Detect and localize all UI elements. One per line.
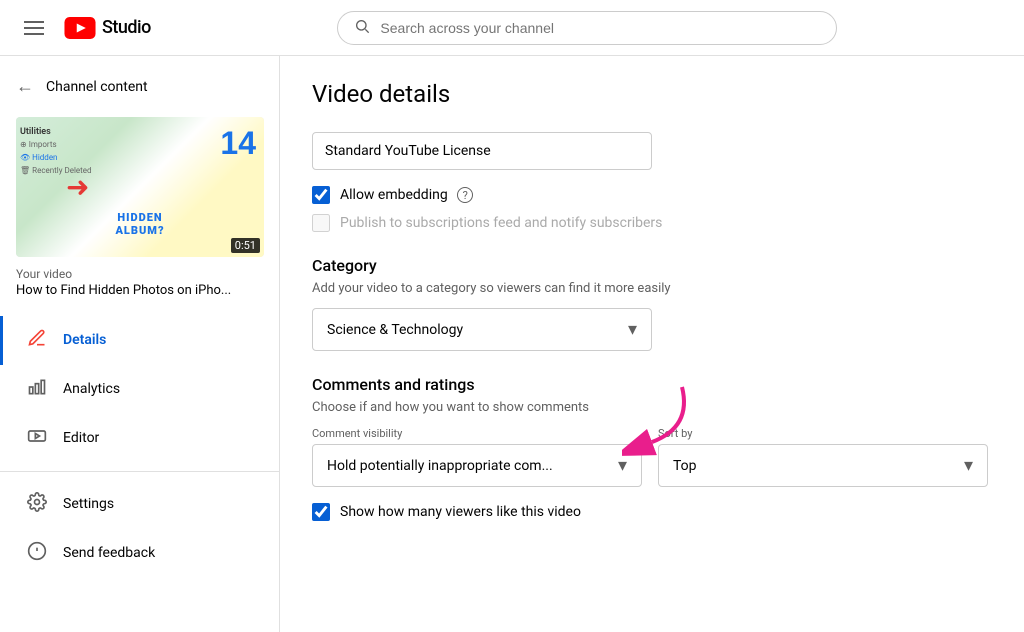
category-selected-value: Science & Technology [327, 322, 463, 338]
category-section: Category Add your video to a category so… [312, 256, 992, 351]
sidebar-divider [0, 471, 279, 472]
analytics-icon [27, 377, 47, 402]
allow-embedding-row: Allow embedding ? [312, 186, 992, 204]
settings-icon [27, 492, 47, 517]
allow-embedding-label: Allow embedding ? [340, 187, 473, 204]
video-preview: Utilities ⊕ Imports 👁 Hidden 🗑 Recently … [0, 109, 279, 316]
sidebar-item-editor-label: Editor [63, 430, 99, 446]
sidebar-item-details[interactable]: Details [0, 316, 279, 365]
category-title: Category [312, 256, 992, 275]
app-header: Studio [0, 0, 1024, 56]
sidebar-item-analytics-label: Analytics [63, 381, 120, 397]
show-likes-checkbox[interactable] [312, 503, 330, 521]
allow-embedding-checkbox[interactable] [312, 186, 330, 204]
publish-notify-row: Publish to subscriptions feed and notify… [312, 214, 992, 232]
sidebar: ← Channel content Utilities ⊕ Imports 👁 … [0, 56, 280, 632]
sort-by-wrap: Sort by Top ▾ [658, 427, 988, 487]
comments-section-title: Comments and ratings [312, 375, 992, 394]
sidebar-item-send-feedback-label: Send feedback [63, 545, 155, 561]
category-dropdown-arrow: ▾ [628, 319, 637, 340]
sidebar-item-editor[interactable]: Editor [0, 414, 279, 463]
youtube-icon [64, 17, 96, 39]
comment-visibility-dropdown[interactable]: Hold potentially inappropriate com... ▾ [312, 444, 642, 487]
sidebar-item-settings[interactable]: Settings [0, 480, 279, 529]
app-layout: ← Channel content Utilities ⊕ Imports 👁 … [0, 56, 1024, 632]
category-dropdown[interactable]: Science & Technology ▾ [312, 308, 652, 351]
comment-visibility-arrow: ▾ [618, 455, 627, 476]
back-arrow-icon: ← [16, 76, 34, 97]
editor-icon [27, 426, 47, 451]
license-section: Standard YouTube License Allow embedding… [312, 132, 992, 232]
comment-visibility-value: Hold potentially inappropriate com... [327, 458, 553, 474]
page-title: Video details [312, 80, 992, 108]
search-icon [354, 18, 370, 38]
main-content: Video details Standard YouTube License A… [280, 56, 1024, 632]
header-left: Studio [16, 13, 151, 43]
pencil-icon [27, 328, 47, 353]
hamburger-menu[interactable] [16, 13, 52, 43]
thumb-arrow-icon: ➜ [66, 171, 89, 204]
video-duration: 0:51 [231, 238, 260, 253]
search-input[interactable] [380, 20, 820, 36]
info-icon[interactable]: ? [457, 187, 473, 203]
sort-by-sublabel: Sort by [658, 427, 988, 440]
sidebar-item-details-label: Details [63, 332, 106, 348]
thumbnail-image: Utilities ⊕ Imports 👁 Hidden 🗑 Recently … [16, 117, 264, 257]
thumb-hidden-text: HIDDENALBUM? [20, 211, 260, 237]
comment-visibility-sublabel: Comment visibility [312, 427, 642, 440]
sidebar-item-settings-label: Settings [63, 496, 114, 512]
sort-by-dropdown[interactable]: Top ▾ [658, 444, 988, 487]
sidebar-nav: Details Analytics Editor [0, 316, 279, 578]
search-bar[interactable] [337, 11, 837, 45]
comment-visibility-wrap: Comment visibility Hold potentially inap… [312, 427, 642, 487]
youtube-studio-logo: Studio [64, 17, 151, 39]
license-field: Standard YouTube License [312, 132, 652, 170]
comment-visibility-container: Comment visibility Hold potentially inap… [312, 427, 642, 487]
comments-dropdowns: Comment visibility Hold potentially inap… [312, 427, 992, 487]
sidebar-item-analytics[interactable]: Analytics [0, 365, 279, 414]
comments-section-desc: Choose if and how you want to show comme… [312, 400, 992, 415]
back-button[interactable]: ← Channel content [0, 64, 279, 109]
back-label: Channel content [46, 79, 148, 95]
thumb-ios-number: 14 [220, 125, 256, 162]
show-likes-label: Show how many viewers like this video [340, 504, 581, 520]
show-likes-row: Show how many viewers like this video [312, 503, 992, 521]
video-label: Your video [16, 267, 263, 281]
feedback-icon [27, 541, 47, 566]
sidebar-item-send-feedback[interactable]: Send feedback [0, 529, 279, 578]
sort-by-value: Top [673, 458, 697, 474]
publish-notify-label: Publish to subscriptions feed and notify… [340, 215, 662, 231]
studio-label: Studio [102, 17, 151, 38]
video-thumbnail: Utilities ⊕ Imports 👁 Hidden 🗑 Recently … [16, 117, 264, 257]
category-desc: Add your video to a category so viewers … [312, 281, 992, 296]
publish-notify-checkbox[interactable] [312, 214, 330, 232]
comments-section: Comments and ratings Choose if and how y… [312, 375, 992, 521]
sort-by-arrow: ▾ [964, 455, 973, 476]
video-title: How to Find Hidden Photos on iPho... [16, 283, 263, 300]
